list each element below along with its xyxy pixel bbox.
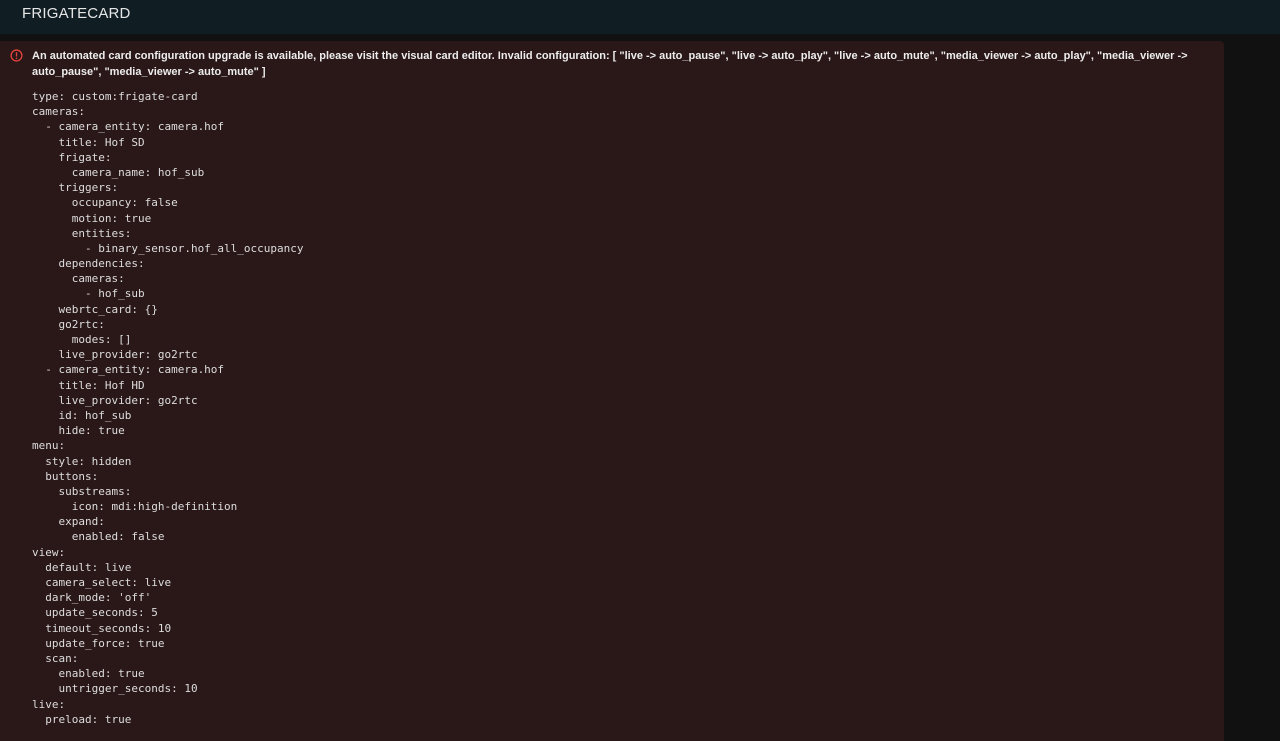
yaml-line: triggers: [32, 181, 119, 195]
yaml-line: buttons: [32, 469, 99, 483]
yaml-line: live_provider: go2rtc [32, 348, 198, 362]
yaml-line: go2rtc: [32, 317, 105, 331]
yaml-line: preload: true [32, 712, 132, 726]
yaml-line: modes: [] [32, 333, 132, 346]
yaml-line: view: [32, 545, 66, 559]
yaml-line: - hof_sub [32, 287, 145, 301]
yaml-line: default: live [32, 560, 132, 574]
alert-circle-outline-icon [10, 49, 23, 62]
yaml-line: dependencies: [32, 257, 145, 271]
yaml-line: enabled: true [32, 667, 145, 681]
config-upgrade-warning: An automated card configuration upgrade … [32, 50, 1188, 78]
yaml-line: cameras: [32, 105, 85, 119]
yaml-line: cameras: [32, 272, 125, 286]
yaml-config-listing: type: custom:frigate-card cameras: - came… [32, 89, 304, 727]
yaml-line: live: [32, 697, 66, 711]
card-header-title: FRIGATECARD [22, 5, 131, 22]
yaml-line: entities: [32, 226, 132, 240]
yaml-line: - camera_entity: camera.hof [32, 120, 225, 134]
yaml-line: frigate: [32, 150, 112, 164]
yaml-line: style: hidden [32, 454, 132, 468]
yaml-line: substreams: [32, 484, 132, 498]
yaml-line: camera_select: live [32, 576, 172, 589]
yaml-line: untrigger_seconds: 10 [32, 682, 198, 696]
yaml-line: title: Hof HD [32, 378, 145, 392]
yaml-line: hide: true [32, 424, 125, 438]
yaml-line: type: custom:frigate-card [32, 90, 198, 103]
yaml-line: title: Hof SD [32, 135, 145, 149]
yaml-line: enabled: false [32, 530, 165, 544]
yaml-line: scan: [32, 651, 79, 665]
yaml-line: expand: [32, 515, 105, 529]
yaml-line: icon: mdi:high-definition [32, 500, 238, 514]
yaml-line: - camera_entity: camera.hof [32, 363, 225, 377]
yaml-line: update_seconds: 5 [32, 606, 158, 620]
yaml-line: camera_name: hof_sub [32, 165, 205, 179]
yaml-line: occupancy: false [32, 196, 178, 210]
yaml-line: id: hof_sub [32, 408, 132, 422]
yaml-line: motion: true [32, 211, 152, 225]
yaml-line: - binary_sensor.hof_all_occupancy [32, 241, 304, 255]
yaml-line: webrtc_card: {} [32, 302, 158, 316]
yaml-line: menu: [32, 439, 66, 453]
yaml-line: timeout_seconds: 10 [32, 621, 172, 635]
top-app-bar: FRIGATECARD [0, 0, 1280, 34]
yaml-line: live_provider: go2rtc [32, 393, 198, 407]
yaml-line: update_force: true [32, 636, 165, 650]
yaml-line: dark_mode: 'off' [32, 591, 152, 605]
error-card: An automated card configuration upgrade … [0, 41, 1224, 741]
